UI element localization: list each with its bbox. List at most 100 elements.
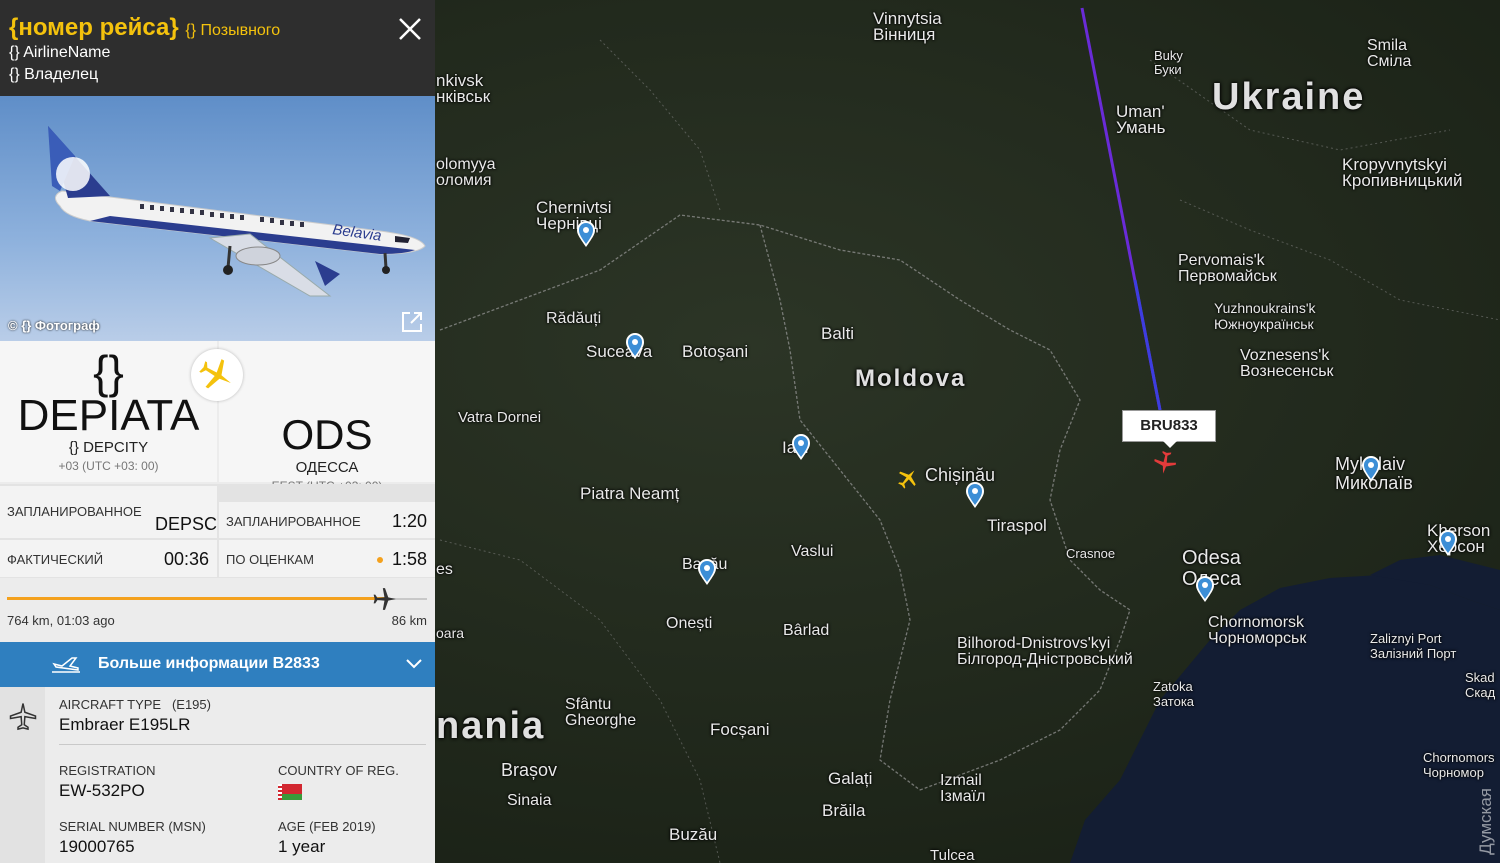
close-icon[interactable] xyxy=(397,16,423,42)
more-info-label: Больше информации B2833 xyxy=(98,655,320,672)
city-label: Tiraspol xyxy=(987,516,1047,535)
progress-airplane-icon xyxy=(373,588,396,610)
owner-name: {} Владелец xyxy=(9,66,99,83)
country-label-ukraine: Ukraine xyxy=(1212,76,1366,118)
aircraft-image: Belavia xyxy=(48,126,426,297)
airport-pin-icon[interactable] xyxy=(696,558,718,586)
city-label: Onești xyxy=(666,615,713,632)
actual-label: ФАКТИЧЕСКИЙ xyxy=(7,552,104,567)
panel-header: {номер рейса} {} Позывного {} AirlineNam… xyxy=(0,0,435,96)
city-label: Pervomais'k Первомайськ xyxy=(1178,252,1277,285)
country-label-moldova: Moldova xyxy=(855,365,967,392)
flight-direction-badge xyxy=(191,349,243,401)
city-label: Bilhorod-Dnistrovs'kyi Білгород-Дністровс… xyxy=(957,635,1133,668)
airport-pin-icon[interactable] xyxy=(575,220,597,248)
progress-fill xyxy=(7,597,385,600)
city-label: Focșani xyxy=(710,720,770,739)
scheduled-departure-time: DEPSC xyxy=(154,514,217,534)
arrival-code: ODS xyxy=(281,411,373,458)
city-label: Rădăuți xyxy=(546,310,602,327)
age-value: 1 year xyxy=(278,837,326,856)
scheduled-arrival: ЗАПЛАНИРОВАННОЕ 1:20 xyxy=(219,502,435,538)
registration-value: EW-532PO xyxy=(59,781,145,800)
airport-pin-icon[interactable] xyxy=(964,481,986,509)
city-label: Crasnoe xyxy=(1066,546,1116,561)
more-info-button[interactable]: Больше информации B2833 xyxy=(0,642,435,687)
city-label: Vinnytsia Вінниця xyxy=(873,9,942,44)
flight-number: {номер рейса} {} Позывного xyxy=(9,14,281,41)
external-link-icon[interactable] xyxy=(399,309,425,335)
city-label: olomyya оломия xyxy=(436,156,496,189)
msn-value: 19000765 xyxy=(59,837,135,856)
city-label: Galați xyxy=(828,769,873,788)
registration-label: REGISTRATION xyxy=(59,763,156,778)
city-label: Voznesens'k Вознесенськ xyxy=(1240,347,1334,380)
watermark: Думская xyxy=(1476,788,1495,855)
times-section: ЗАПЛАНИРОВАННОЕ DEPSC ЗАПЛАНИРОВАННОЕ 1:… xyxy=(0,484,435,578)
city-label: Balti xyxy=(821,324,855,343)
city-label: Sfântu Gheorghe xyxy=(565,696,637,729)
flight-progress: 764 km, 01:03 ago 86 km xyxy=(0,578,435,642)
city-label: Uman' Умань xyxy=(1116,102,1166,137)
city-label: Zaliznyi Port Залізний Порт xyxy=(1370,631,1457,661)
age-label: AGE (FEB 2019) xyxy=(278,819,376,834)
scheduled-departure: ЗАПЛАНИРОВАННОЕ DEPSC xyxy=(0,486,217,538)
airport-pin-icon[interactable] xyxy=(1360,455,1382,483)
city-label: Yuzhnoukrains'k Южноукраїнськ xyxy=(1214,300,1316,332)
city-label: Skad Скад xyxy=(1465,670,1496,700)
airplane-takeoff-icon xyxy=(52,657,80,673)
other-aircraft-icon[interactable] xyxy=(896,466,920,490)
actual-departure-time: 00:36 xyxy=(163,549,209,569)
city-label: Brăila xyxy=(822,801,866,820)
aircraft-photo[interactable]: Belavia © {} Фотограф xyxy=(0,96,435,341)
arrival-city: ОДЕССА xyxy=(295,459,359,476)
airport-pin-icon[interactable] xyxy=(1437,529,1459,557)
airport-pin-icon[interactable] xyxy=(624,332,646,360)
city-label: Chernivtsi Чернівці xyxy=(536,198,612,233)
airport-pin-icon[interactable] xyxy=(790,433,812,461)
departure-city: {} DEPCITY xyxy=(68,439,149,456)
city-label: Chornomors Чорномор xyxy=(1423,750,1495,780)
chevron-down-icon[interactable] xyxy=(405,658,423,670)
city-label: Sinaia xyxy=(507,792,552,809)
city-label: Botoşani xyxy=(682,342,749,361)
country-label-romania: nania xyxy=(436,705,546,747)
distance-flown: 764 km, 01:03 ago xyxy=(7,613,115,628)
estimated-arrival-time: 1:58 xyxy=(391,549,427,569)
city-label: Zatoka Затока xyxy=(1153,679,1195,709)
airline-name: {} AirlineName xyxy=(9,44,111,61)
distance-remaining: 86 km xyxy=(391,613,427,628)
airport-pin-icon[interactable] xyxy=(1194,575,1216,603)
city-label: Smila Сміла xyxy=(1367,37,1412,70)
departure-timezone: +03 (UTC +03: 00) xyxy=(58,459,159,473)
city-label: Tulcea xyxy=(930,847,975,863)
city-label: Bârlad xyxy=(783,622,830,639)
city-label: nkivsk нківськ xyxy=(436,71,491,106)
city-label: Vaslui xyxy=(791,543,834,560)
city-label: Buzău xyxy=(669,825,718,844)
city-label: Buky Буки xyxy=(1154,48,1183,77)
city-label: Izmail Ізмаїл xyxy=(940,772,986,805)
airplane-icon xyxy=(199,359,231,389)
city-label: Piatra Neamț xyxy=(580,484,680,503)
msn-label: SERIAL NUMBER (MSN) xyxy=(59,819,206,834)
callsign: {} Позывного xyxy=(185,22,281,39)
departure-code: DEPIATA xyxy=(17,391,200,440)
aircraft-type-label: AIRCRAFT TYPE (E195) xyxy=(59,697,211,712)
flight-callsign-label[interactable]: BRU833 xyxy=(1122,410,1216,448)
photo-credit: © {} Фотограф xyxy=(8,318,100,333)
selected-aircraft-icon[interactable] xyxy=(1152,450,1178,476)
city-label: Kropyvnytskyi Кропивницький xyxy=(1342,155,1463,190)
departure-airport[interactable]: {} DEPIATA {} DEPCITY +03 (UTC +03: 00) xyxy=(0,341,217,482)
belarus-flag-icon xyxy=(278,784,302,800)
city-label: es xyxy=(436,561,453,578)
scheduled-label: ЗАПЛАНИРОВАННОЕ xyxy=(226,514,361,529)
arrival-airport[interactable]: ODS ОДЕССА EEST (UTC +03: 00) xyxy=(219,341,435,493)
estimated-arrival: ПО ОЦЕНКАМ 1:58 xyxy=(219,540,435,577)
scheduled-arrival-time: 1:20 xyxy=(391,511,427,531)
country-label: COUNTRY OF REG. xyxy=(278,763,399,778)
aircraft-type-value: Embraer E195LR xyxy=(59,715,191,734)
scheduled-label: ЗАПЛАНИРОВАННОЕ xyxy=(7,504,142,519)
city-label: Chornomorsk Чорноморськ xyxy=(1208,614,1307,647)
city-label: Vatra Dornei xyxy=(458,409,542,426)
